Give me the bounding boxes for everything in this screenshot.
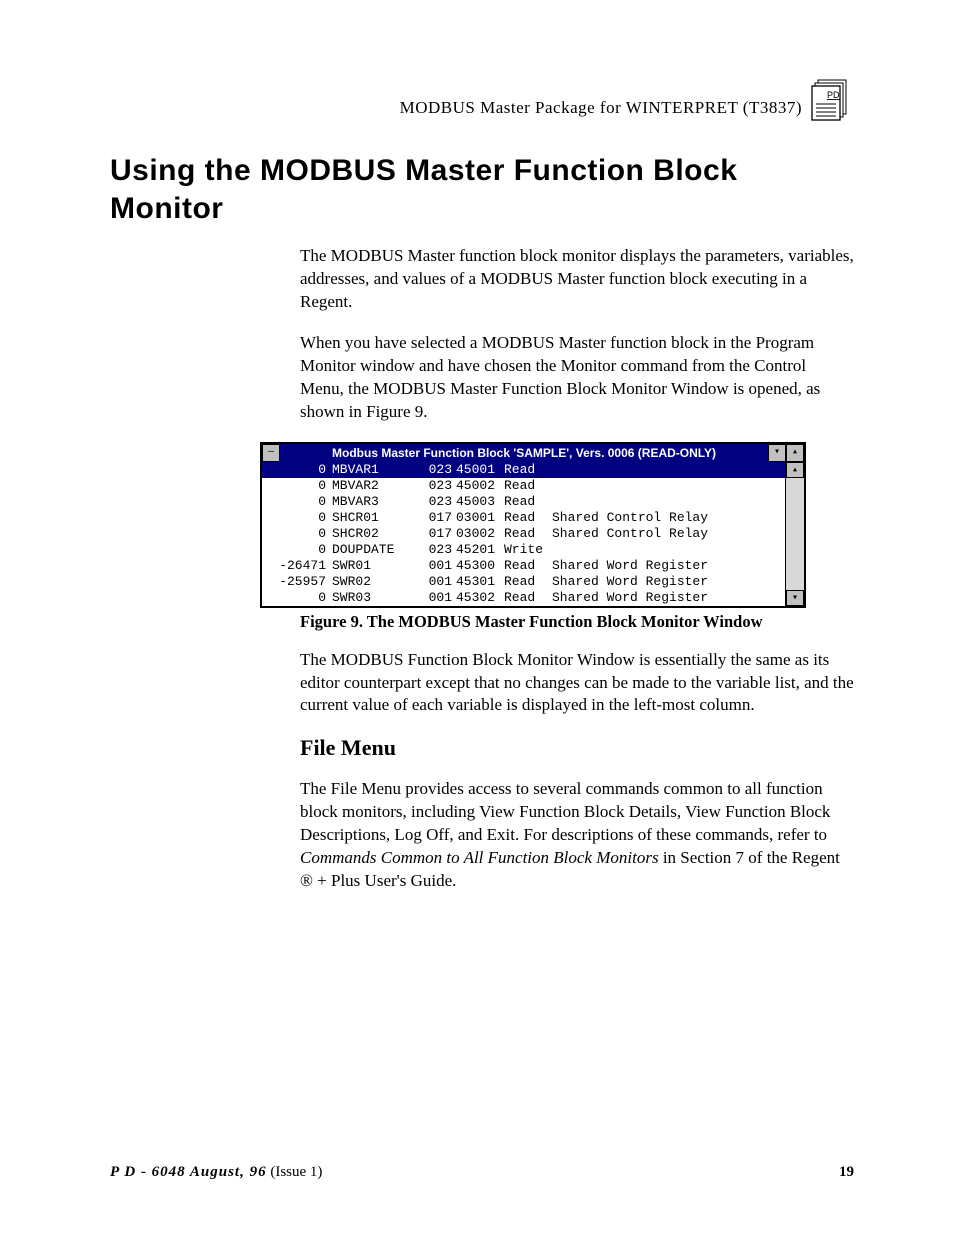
variable-list: 0 MBVAR1 023 45001 Read 0 MBVAR2 023 450… (262, 462, 785, 606)
table-row[interactable]: 0 MBVAR1 023 45001 Read (262, 462, 785, 478)
svg-text:PD: PD (827, 90, 840, 100)
table-row[interactable]: -25957 SWR02 001 45301 Read Shared Word … (262, 574, 785, 590)
page-title: Using the MODBUS Master Function Block M… (110, 152, 854, 227)
scroll-down-button[interactable]: ▾ (786, 590, 804, 606)
table-row[interactable]: 0 SWR03 001 45302 Read Shared Word Regis… (262, 590, 785, 606)
subheading-file-menu: File Menu (300, 735, 854, 761)
system-menu-icon[interactable]: — (262, 444, 280, 462)
page-footer: P D - 6048 August, 96 (Issue 1) 19 (110, 1164, 854, 1181)
vertical-scrollbar[interactable]: ▴ ▾ (785, 462, 804, 606)
scroll-up-button[interactable]: ▴ (786, 462, 804, 478)
footer-issue: (Issue 1) (270, 1164, 322, 1180)
header-text: MODBUS Master Package for WINTERPRET (T3… (400, 98, 802, 118)
figure-9: — Modbus Master Function Block 'SAMPLE',… (260, 442, 854, 608)
table-row[interactable]: 0 SHCR01 017 03001 Read Shared Control R… (262, 510, 785, 526)
paragraph-3: The MODBUS Function Block Monitor Window… (300, 649, 854, 718)
window-title: Modbus Master Function Block 'SAMPLE', V… (280, 444, 768, 462)
paragraph-2: When you have selected a MODBUS Master f… (300, 332, 854, 424)
table-row[interactable]: 0 DOUPDATE 023 45201 Write (262, 542, 785, 558)
figure-caption: Figure 9. The MODBUS Master Function Blo… (300, 612, 854, 632)
footer-docid: P D - 6048 August, 96 (110, 1164, 267, 1180)
table-row[interactable]: 0 SHCR02 017 03002 Read Shared Control R… (262, 526, 785, 542)
window-titlebar: — Modbus Master Function Block 'SAMPLE',… (262, 444, 804, 462)
table-row[interactable]: 0 MBVAR2 023 45002 Read (262, 478, 785, 494)
maximize-button[interactable]: ▴ (786, 444, 804, 462)
paragraph-1: The MODBUS Master function block monitor… (300, 245, 854, 314)
minimize-button[interactable]: ▾ (768, 444, 786, 462)
page-number: 19 (839, 1164, 854, 1181)
monitor-window: — Modbus Master Function Block 'SAMPLE',… (260, 442, 806, 608)
paragraph-4: The File Menu provides access to several… (300, 778, 854, 893)
table-row[interactable]: -26471 SWR01 001 45300 Read Shared Word … (262, 558, 785, 574)
table-row[interactable]: 0 MBVAR3 023 45003 Read (262, 494, 785, 510)
scroll-track[interactable] (786, 478, 804, 590)
pd-doc-icon: PD (810, 78, 854, 122)
page-header: MODBUS Master Package for WINTERPRET (T3… (110, 78, 854, 122)
